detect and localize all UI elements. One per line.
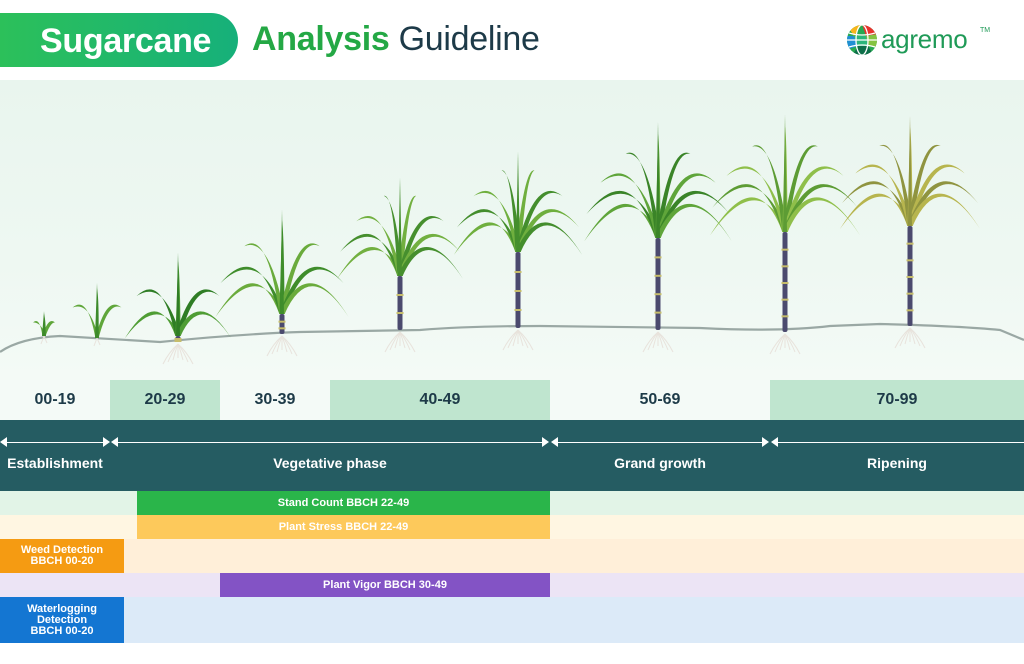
bbch-range-50-69: 50-69: [550, 380, 770, 420]
track-plant-vigor: Plant Vigor BBCH 30-49: [0, 573, 1024, 597]
arrow-left-icon: [551, 437, 558, 447]
ground-line: [0, 322, 1024, 353]
logo-wordmark: agremo: [881, 24, 968, 54]
sugarcane-growth-stages-illustration: [0, 80, 1024, 380]
phase-span-ripening: [774, 442, 1024, 443]
phase-span-establishment: [3, 442, 107, 443]
sugarcane-plant-icon: [124, 252, 232, 365]
plant-vigor-bar: Plant Vigor BBCH 30-49: [220, 573, 550, 597]
bbch-ranges-row: 00-19 20-29 30-39 40-49 50-69 70-99: [0, 380, 1024, 420]
track-plant-stress: Plant Stress BBCH 22-49: [0, 515, 1024, 539]
arrow-right-icon: [762, 437, 769, 447]
growth-phase-band: Establishment Vegetative phase Grand gro…: [0, 420, 1024, 491]
bbch-range-00-19: 00-19: [0, 380, 110, 420]
agremo-logo: agremo TM: [846, 24, 996, 58]
weed-detection-bbch: BBCH 00-20: [30, 555, 94, 567]
sugarcane-plant-icon: [709, 114, 861, 355]
growth-stages-svg: [0, 114, 1024, 365]
phase-label-ripening: Ripening: [867, 455, 927, 471]
title-crop: Sugarcane: [40, 22, 212, 60]
page-title: Analysis Guideline: [252, 20, 540, 59]
waterlogging-bbch: BBCH 00-20: [30, 624, 94, 637]
bbch-range-30-39: 30-39: [220, 380, 330, 420]
arrow-left-icon: [0, 437, 7, 447]
sugarcane-plant-icon: [337, 177, 463, 353]
arrow-right-icon: [103, 437, 110, 447]
phase-span-vegetative: [114, 442, 546, 443]
arrow-left-icon: [771, 437, 778, 447]
waterlogging-detection-bar: Waterlogging Detection BBCH 00-20: [0, 597, 124, 643]
waterlogging-title: Waterlogging: [27, 602, 97, 615]
title-guideline: Guideline: [398, 20, 540, 58]
track-stand-count: Stand Count BBCH 22-49: [0, 491, 1024, 515]
track-waterlogging: Waterlogging Detection BBCH 00-20: [0, 597, 1024, 643]
logo-trademark: TM: [980, 27, 991, 34]
sugarcane-plant-icon: [584, 122, 732, 353]
arrow-left-icon: [111, 437, 118, 447]
globe-icon: [847, 25, 877, 55]
phase-label-establishment: Establishment: [7, 455, 103, 471]
sugarcane-plant-icon: [453, 151, 583, 351]
track-weed-detection: Weed Detection BBCH 00-20: [0, 539, 1024, 573]
phase-span-grand-growth: [554, 442, 766, 443]
title-analysis: Analysis: [252, 20, 390, 58]
weed-detection-bar: Weed Detection BBCH 00-20: [0, 539, 124, 573]
stand-count-bar: Stand Count BBCH 22-49: [137, 491, 550, 515]
phase-label-vegetative: Vegetative phase: [273, 455, 387, 471]
waterlogging-detection-word: Detection: [36, 613, 88, 626]
title-pill: Sugarcane: [0, 13, 238, 67]
plant-stress-bar: Plant Stress BBCH 22-49: [137, 515, 550, 539]
bbch-range-20-29: 20-29: [110, 380, 220, 420]
phase-label-grand-growth: Grand growth: [614, 455, 706, 471]
bbch-range-70-99: 70-99: [770, 380, 1024, 420]
arrow-right-icon: [542, 437, 549, 447]
bbch-range-40-49: 40-49: [330, 380, 550, 420]
sugarcane-plant-icon: [839, 115, 981, 349]
header: Sugarcane Analysis Guideline agremo TM: [0, 0, 1024, 80]
sugarcane-plant-icon: [215, 209, 349, 357]
